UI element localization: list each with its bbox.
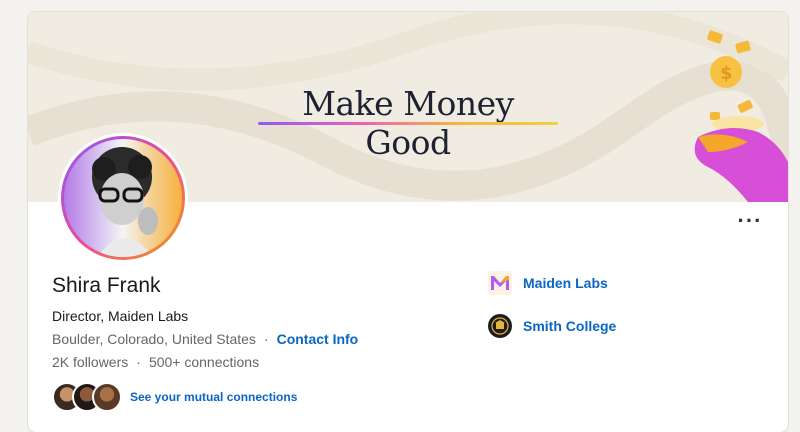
- maiden-labs-logo-icon: [488, 271, 512, 295]
- avatar-portrait: [92, 147, 158, 257]
- profile-avatar[interactable]: [58, 133, 188, 263]
- network-stats: 2K followers · 500+ connections: [52, 354, 259, 370]
- profile-location: Boulder, Colorado, United States: [52, 331, 256, 347]
- smith-college-logo-icon: [488, 314, 512, 338]
- banner-underline: [258, 122, 558, 125]
- education-name: Smith College: [523, 318, 617, 334]
- followers-count[interactable]: 2K followers: [52, 354, 128, 370]
- mutual-connections-link[interactable]: See your mutual connections: [130, 390, 297, 404]
- experience-name: Maiden Labs: [523, 275, 608, 291]
- profile-name: Shira Frank: [52, 274, 161, 297]
- separator-dot: ·: [263, 331, 269, 347]
- education-item-smith-college[interactable]: Smith College: [488, 314, 616, 338]
- contact-info-link[interactable]: Contact Info: [277, 331, 359, 347]
- mutual-connections[interactable]: See your mutual connections: [52, 382, 297, 412]
- svg-text:$: $: [720, 63, 733, 84]
- experience-item-maiden-labs[interactable]: Maiden Labs: [488, 271, 608, 295]
- profile-card: Make Money Good $ ··· Shira Frank Direct…: [28, 12, 788, 432]
- connections-count[interactable]: 500+ connections: [149, 354, 259, 370]
- more-actions-button[interactable]: ···: [728, 210, 772, 238]
- mutual-avatar-3: [92, 382, 122, 412]
- avatar-gradient-ring: [61, 136, 185, 260]
- avatar-photo: [64, 139, 182, 257]
- location-line: Boulder, Colorado, United States · Contact…: [52, 331, 358, 347]
- profile-headline: Director, Maiden Labs: [52, 308, 189, 324]
- hand-with-coins-illustration: $: [694, 30, 788, 202]
- separator-dot: ·: [136, 354, 141, 370]
- mutual-avatars: [52, 382, 122, 412]
